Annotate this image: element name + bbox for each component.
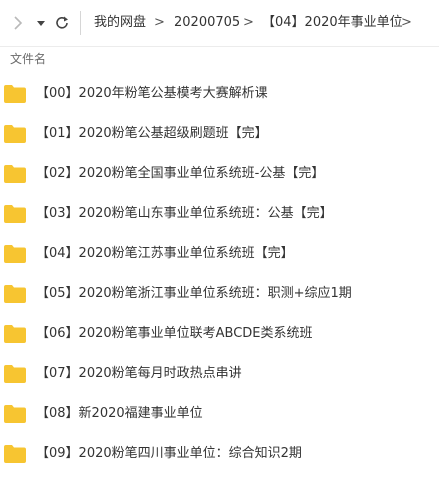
file-row[interactable]: 【07】2020粉笔每月时政热点串讲 [0, 354, 439, 394]
toolbar-divider [80, 11, 81, 35]
folder-icon [4, 165, 26, 183]
chevron-right-icon [14, 16, 23, 30]
breadcrumb-separator: > [154, 15, 165, 30]
folder-icon [4, 85, 26, 103]
folder-icon [4, 125, 26, 143]
folder-icon [4, 205, 26, 223]
file-row[interactable]: 【08】新2020福建事业单位 [0, 394, 439, 434]
breadcrumb-item-20200705[interactable]: 20200705 [174, 15, 240, 31]
file-row[interactable]: 【02】2020粉笔全国事业单位系统班-公基【完】 [0, 154, 439, 194]
file-row[interactable]: 【01】2020粉笔公基超级刷题班【完】 [0, 114, 439, 154]
file-row[interactable]: 【00】2020年粉笔公基模考大赛解析课 [0, 74, 439, 114]
file-row[interactable]: 【06】2020粉笔事业单位联考ABCDE类系统班 [0, 314, 439, 354]
file-name[interactable]: 【04】2020粉笔江苏事业单位系统班【完】 [36, 246, 294, 262]
refresh-icon [56, 16, 68, 29]
folder-icon [4, 365, 26, 383]
file-name[interactable]: 【00】2020年粉笔公基模考大赛解析课 [36, 86, 268, 102]
column-header-filename[interactable]: 文件名 [10, 52, 46, 66]
breadcrumb-item-my-drive[interactable]: 我的网盘 [94, 15, 146, 31]
breadcrumb-separator: > [243, 15, 254, 30]
folder-icon [4, 325, 26, 343]
file-name[interactable]: 【01】2020粉笔公基超级刷题班【完】 [36, 126, 268, 142]
file-row[interactable]: 【03】2020粉笔山东事业单位系统班：公基【完】 [0, 194, 439, 234]
folder-icon [4, 445, 26, 463]
file-row[interactable]: 【05】2020粉笔浙江事业单位系统班：职测+综应1期 [0, 274, 439, 314]
file-name[interactable]: 【07】2020粉笔每月时政热点串讲 [36, 366, 242, 382]
forward-button[interactable] [8, 13, 28, 33]
file-name[interactable]: 【09】2020粉笔四川事业单位：综合知识2期 [36, 446, 302, 462]
folder-icon [4, 245, 26, 263]
file-row[interactable]: 【04】2020粉笔江苏事业单位系统班【完】 [0, 234, 439, 274]
refresh-button[interactable] [51, 13, 73, 33]
toolbar: 我的网盘 > 20200705 > 【04】2020年事业单位 > [0, 0, 439, 46]
caret-down-icon [37, 21, 45, 26]
file-name[interactable]: 【05】2020粉笔浙江事业单位系统班：职测+综应1期 [36, 286, 352, 302]
folder-icon [4, 405, 26, 423]
file-name[interactable]: 【08】新2020福建事业单位 [36, 406, 203, 422]
file-name[interactable]: 【02】2020粉笔全国事业单位系统班-公基【完】 [36, 166, 324, 182]
breadcrumb-separator: > [401, 15, 412, 30]
file-row[interactable]: 【09】2020粉笔四川事业单位：综合知识2期 [0, 434, 439, 474]
breadcrumb-item-current-folder[interactable]: 【04】2020年事业单位 [262, 15, 403, 31]
toolbar-divider-line [0, 46, 439, 47]
folder-icon [4, 285, 26, 303]
history-dropdown-button[interactable] [33, 13, 49, 33]
file-name[interactable]: 【03】2020粉笔山东事业单位系统班：公基【完】 [36, 206, 333, 222]
file-name[interactable]: 【06】2020粉笔事业单位联考ABCDE类系统班 [36, 326, 313, 342]
